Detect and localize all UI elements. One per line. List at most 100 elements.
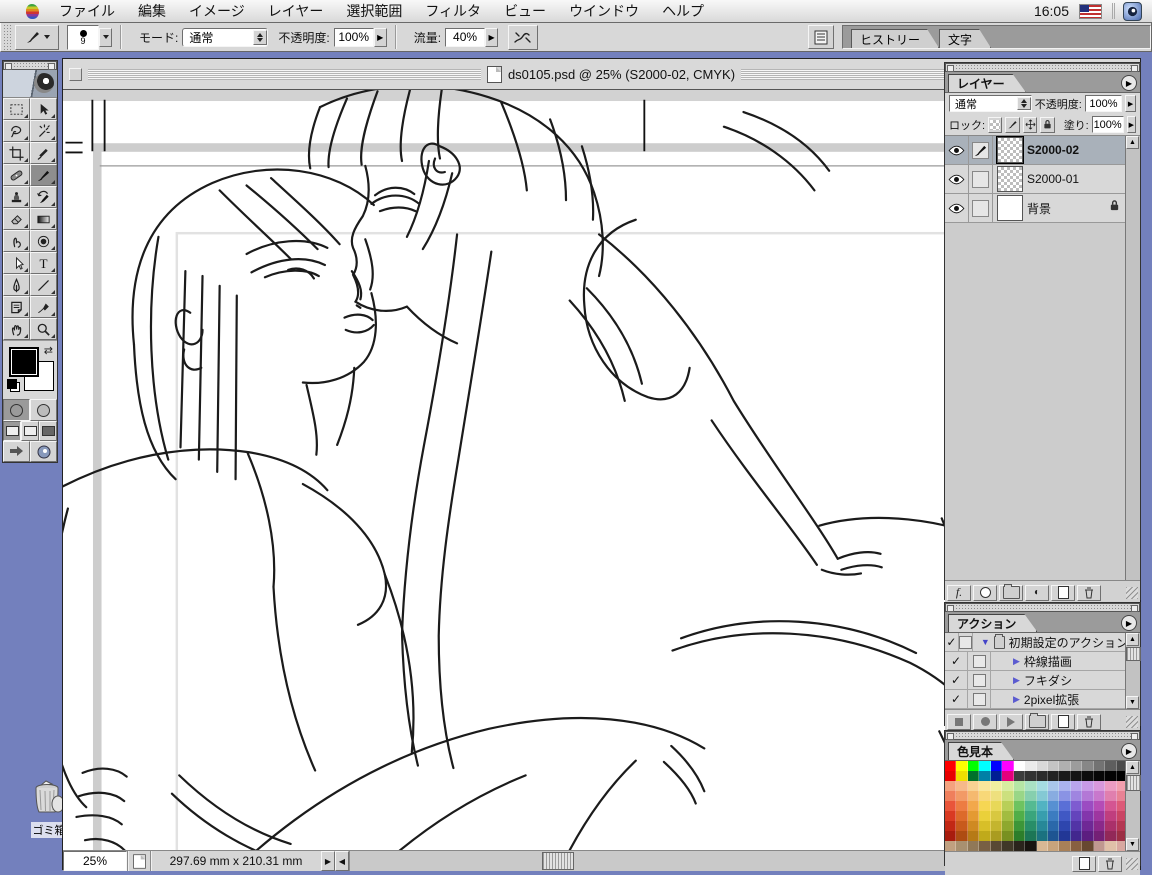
swatch[interactable] xyxy=(1036,761,1048,771)
swatch[interactable] xyxy=(1036,791,1048,801)
palette-well-toggle[interactable] xyxy=(808,25,835,49)
layer-set-button[interactable] xyxy=(999,584,1023,601)
layer-visibility-toggle[interactable] xyxy=(945,165,969,193)
menu-イメージ[interactable]: イメージ xyxy=(189,1,245,21)
swatch[interactable] xyxy=(945,811,957,821)
swatch[interactable] xyxy=(956,761,968,771)
adjustment-layer-button[interactable]: ◐ xyxy=(1025,584,1049,601)
expand-triangle-icon[interactable]: ▼ xyxy=(981,637,990,647)
swatch[interactable] xyxy=(1036,821,1048,831)
resize-grip[interactable] xyxy=(1126,857,1138,870)
standard-screen-button[interactable] xyxy=(3,421,21,441)
swatch[interactable] xyxy=(1070,761,1083,771)
airbrush-toggle[interactable] xyxy=(508,24,539,50)
layer-fill-input[interactable]: 100% xyxy=(1091,116,1124,133)
swatch[interactable] xyxy=(1036,781,1048,791)
layer-mask-button[interactable] xyxy=(973,584,997,601)
delete-swatch-button[interactable] xyxy=(1098,855,1122,872)
swatch[interactable] xyxy=(1093,771,1106,781)
tab-history[interactable]: ヒストリー xyxy=(851,29,939,48)
layer-visibility-toggle[interactable] xyxy=(945,136,969,164)
swatch[interactable] xyxy=(1025,771,1037,781)
swatch[interactable] xyxy=(1013,781,1026,791)
action-label[interactable]: 初期設定のアクション xyxy=(1009,634,1128,651)
swatch[interactable] xyxy=(1105,771,1117,781)
expand-triangle-icon[interactable]: ▶ xyxy=(1013,675,1020,686)
lock-pixels-button[interactable] xyxy=(1005,116,1020,133)
swatch[interactable] xyxy=(1059,791,1071,801)
tool-brush-tool[interactable] xyxy=(30,164,57,186)
swatch[interactable] xyxy=(1025,811,1037,821)
swatch[interactable] xyxy=(979,781,991,791)
tab-character[interactable]: 文字 xyxy=(939,29,991,48)
swatch[interactable] xyxy=(1105,791,1117,801)
swatch[interactable] xyxy=(990,841,1003,851)
swatch[interactable] xyxy=(990,831,1003,841)
brush-picker-arrow[interactable] xyxy=(99,27,112,47)
options-bar-grip[interactable] xyxy=(3,24,11,50)
tool-path-selection-tool[interactable] xyxy=(3,252,30,274)
swatch[interactable] xyxy=(967,811,980,821)
default-colors-icon[interactable] xyxy=(7,379,20,392)
tool-line-tool[interactable] xyxy=(30,274,57,296)
lock-transparency-button[interactable] xyxy=(988,116,1003,133)
layer-link-cell[interactable] xyxy=(969,194,993,222)
layer-visibility-toggle[interactable] xyxy=(945,194,969,222)
menu-フィルタ[interactable]: フィルタ xyxy=(425,1,481,21)
swatch[interactable] xyxy=(1093,801,1106,811)
swatch[interactable] xyxy=(979,841,991,851)
lock-all-button[interactable] xyxy=(1040,116,1055,133)
swatch[interactable] xyxy=(1047,801,1060,811)
swatch[interactable] xyxy=(1025,791,1037,801)
swatch[interactable] xyxy=(1070,801,1083,811)
swatch[interactable] xyxy=(956,771,968,781)
tool-preset-picker[interactable] xyxy=(15,24,59,50)
swatch[interactable] xyxy=(1105,801,1117,811)
swatch[interactable] xyxy=(1105,821,1117,831)
swatch[interactable] xyxy=(1025,831,1037,841)
layer-row[interactable]: S2000-02 xyxy=(945,136,1128,165)
menu-選択範囲[interactable]: 選択範囲 xyxy=(346,1,402,21)
tool-smudge-tool[interactable] xyxy=(3,230,30,252)
tool-eraser-tool[interactable] xyxy=(3,208,30,230)
lock-position-button[interactable] xyxy=(1022,116,1038,133)
tool-type-tool[interactable]: T xyxy=(30,252,57,274)
tool-eyedropper-tool[interactable] xyxy=(30,296,57,318)
layer-name[interactable]: 背景 xyxy=(1027,200,1051,217)
tool-lasso-tool[interactable] xyxy=(3,120,30,142)
action-label[interactable]: フキダシ xyxy=(1024,672,1072,689)
fullscreen-button[interactable] xyxy=(39,421,57,441)
swatch[interactable] xyxy=(967,771,980,781)
swatch[interactable] xyxy=(1036,841,1048,851)
new-set-button[interactable] xyxy=(1025,713,1049,730)
swatch[interactable] xyxy=(1093,791,1106,801)
swatch[interactable] xyxy=(1093,831,1106,841)
swatch[interactable] xyxy=(1082,781,1094,791)
layers-menu-arrow-icon[interactable]: ▶ xyxy=(1121,75,1137,91)
opacity-slider-arrow[interactable]: ▶ xyxy=(373,27,387,47)
tool-move-tool[interactable] xyxy=(30,98,57,120)
swatch[interactable] xyxy=(1082,821,1094,831)
tool-crop-tool[interactable] xyxy=(3,142,30,164)
swatch[interactable] xyxy=(1025,841,1037,851)
swatch[interactable] xyxy=(1059,781,1071,791)
action-row[interactable]: ✓ ▶ フキダシ xyxy=(945,671,1128,690)
window-close-box[interactable] xyxy=(69,67,82,81)
swatch[interactable] xyxy=(945,761,957,771)
delete-action-button[interactable] xyxy=(1077,713,1101,730)
scroll-up-arrow[interactable]: ▲ xyxy=(1126,761,1139,774)
action-dialog-toggle[interactable] xyxy=(968,690,991,708)
swatch[interactable] xyxy=(1047,771,1060,781)
layers-scrollbar[interactable]: ▲ xyxy=(1125,136,1140,580)
tab-actions[interactable]: アクション xyxy=(948,614,1037,632)
swatch[interactable] xyxy=(1059,771,1071,781)
scroll-up-arrow[interactable]: ▲ xyxy=(1126,136,1139,149)
layer-name[interactable]: S2000-02 xyxy=(1027,143,1079,157)
fullscreen-menubar-button[interactable] xyxy=(21,421,39,441)
tool-rectangular-marquee-tool[interactable] xyxy=(3,98,30,120)
swatch[interactable] xyxy=(1002,761,1014,771)
swatch[interactable] xyxy=(1013,771,1026,781)
swatch[interactable] xyxy=(1059,811,1071,821)
layer-link-cell[interactable] xyxy=(969,165,993,193)
swatch[interactable] xyxy=(967,761,980,771)
